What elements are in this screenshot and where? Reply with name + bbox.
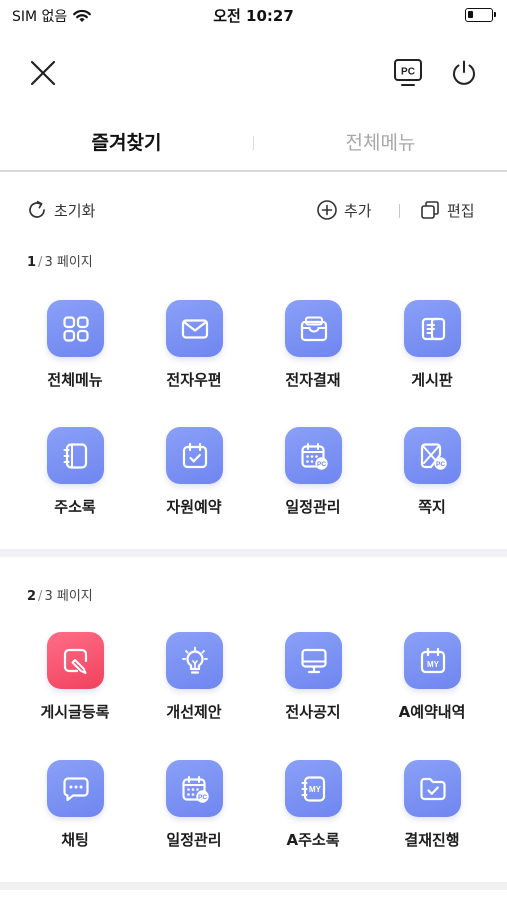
post-write-icon (47, 632, 104, 689)
edit-button[interactable]: 편집 (419, 199, 475, 221)
battery-icon (465, 8, 496, 22)
menu-item-label: 게시판 (411, 371, 453, 389)
menu-item-label: 결재진행 (404, 831, 460, 849)
menu-item-note[interactable]: 쪽지 (372, 427, 492, 537)
menu-item-suggestion[interactable]: 개선제안 (134, 632, 254, 742)
note-pc-icon (404, 427, 461, 484)
battery-level (468, 11, 473, 18)
monitor-icon (285, 632, 342, 689)
menu-item-approval-progress[interactable]: 결재진행 (372, 760, 492, 870)
menu-item-label: 전자우편 (166, 371, 222, 389)
lightbulb-icon (166, 632, 223, 689)
menu-item-label: A예약내역 (398, 703, 466, 721)
menu-item-label: 자원예약 (166, 498, 222, 516)
menu-item-label: 주소록 (54, 498, 96, 516)
menu-item-company-notice[interactable]: 전사공지 (253, 632, 373, 742)
page-suffix: 페이지 (56, 255, 93, 270)
mail-icon (166, 300, 223, 357)
menu-item-all-menu[interactable]: 전체메뉴 (15, 300, 135, 410)
menu-item-my-reservations[interactable]: A예약내역 (372, 632, 492, 742)
menu-item-chat[interactable]: 채팅 (15, 760, 135, 870)
logout-button[interactable] (446, 55, 482, 91)
menu-item-label: 일정관리 (285, 498, 341, 516)
menu-item-my-address-book[interactable]: A주소록 (253, 760, 373, 870)
reset-button[interactable]: 초기화 (26, 199, 95, 221)
close-icon (30, 60, 56, 86)
reset-label: 초기화 (54, 201, 96, 220)
add-button[interactable]: 추가 (316, 199, 372, 221)
address-book-icon (47, 427, 104, 484)
favorites-page-1: 1/3 페이지 전체메뉴 전자우편 전자결재 게시판 주소록 자원예약 일정관리… (0, 240, 507, 548)
page-total: 3 (44, 255, 53, 270)
page-indicator: 2/3 페이지 (27, 589, 93, 604)
page-indicator: 1/3 페이지 (27, 255, 93, 270)
menu-item-approval[interactable]: 전자결재 (253, 300, 373, 410)
menu-item-board[interactable]: 게시판 (372, 300, 492, 410)
board-icon (404, 300, 461, 357)
menu-item-schedule[interactable]: 일정관리 (134, 760, 254, 870)
menu-item-address-book[interactable]: 주소록 (15, 427, 135, 537)
page-current: 2 (27, 589, 37, 604)
calendar-check-icon (166, 427, 223, 484)
pc-label: PC (401, 67, 415, 78)
section-divider (0, 882, 507, 890)
status-bar: SIM 없음 오전 10:27 (0, 0, 507, 30)
section-divider (0, 549, 507, 557)
top-bar: PC (0, 50, 507, 100)
menu-item-label: 일정관리 (166, 831, 222, 849)
menu-item-label: A주소록 (286, 831, 340, 849)
edit-pages-icon (421, 201, 439, 219)
menu-item-post-register[interactable]: 게시글등록 (15, 632, 135, 742)
status-time: 오전 10:27 (213, 7, 294, 25)
approval-tray-icon (285, 300, 342, 357)
edit-label: 편집 (447, 201, 475, 220)
menu-item-label: 전체메뉴 (47, 371, 103, 389)
address-book-my-icon (285, 760, 342, 817)
menu-item-schedule[interactable]: 일정관리 (253, 427, 373, 537)
menu-item-label: 게시글등록 (40, 703, 110, 721)
page-total: 3 (44, 589, 53, 604)
favorites-toolbar: 초기화 추가 편집 (0, 196, 507, 228)
power-icon (453, 60, 475, 85)
menu-item-label: 개선제안 (166, 703, 222, 721)
menu-item-label: 쪽지 (418, 498, 446, 516)
close-button[interactable] (25, 55, 61, 91)
grid-icon (47, 300, 104, 357)
calendar-my-icon (404, 632, 461, 689)
menu-item-resource-booking[interactable]: 자원예약 (134, 427, 254, 537)
refresh-icon (29, 200, 45, 218)
menu-item-label: 채팅 (61, 831, 89, 849)
add-label: 추가 (344, 201, 372, 220)
folder-check-icon (404, 760, 461, 817)
menu-item-label: 전사공지 (285, 703, 341, 721)
menu-tabs: 즐겨찾기 전체메뉴 (0, 118, 507, 172)
tab-favorites[interactable]: 즐겨찾기 (0, 128, 253, 155)
calendar-pc-icon (166, 760, 223, 817)
tab-all-menu[interactable]: 전체메뉴 (254, 128, 507, 155)
menu-item-email[interactable]: 전자우편 (134, 300, 254, 410)
chat-icon (47, 760, 104, 817)
menu-item-label: 전자결재 (285, 371, 341, 389)
toolbar-divider (399, 204, 400, 218)
calendar-pc-icon (285, 427, 342, 484)
pc-monitor-icon: PC (394, 59, 422, 86)
add-circle-icon (317, 200, 337, 220)
page-suffix: 페이지 (56, 589, 93, 604)
pc-version-button[interactable]: PC (390, 55, 426, 91)
page-current: 1 (27, 255, 37, 270)
favorites-page-2: 2/3 페이지 게시글등록 개선제안 전사공지 A예약내역 채팅 일정관리 A주… (0, 574, 507, 882)
